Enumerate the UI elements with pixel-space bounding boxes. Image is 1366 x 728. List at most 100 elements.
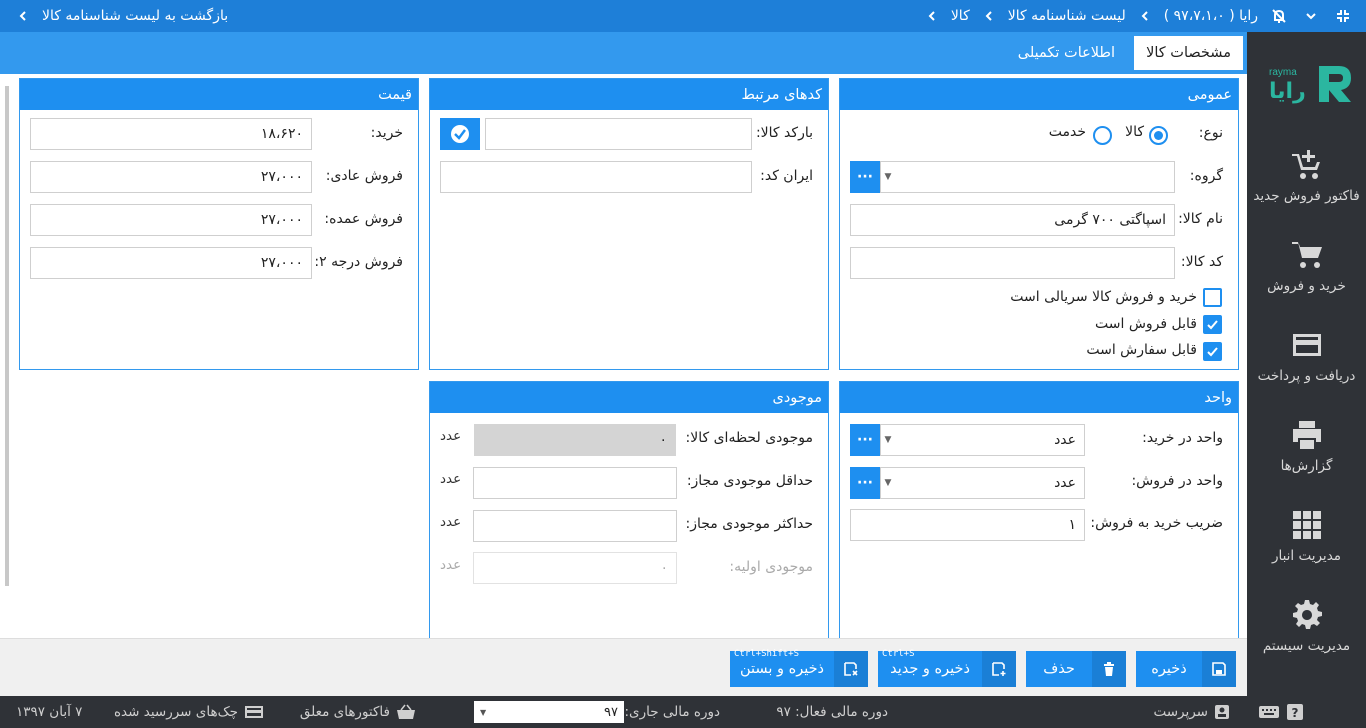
sell-unit-label: واحد در فروش: bbox=[1131, 473, 1223, 489]
collapse-icon[interactable] bbox=[1334, 7, 1352, 25]
current-stock-label: موجودی لحظه‌ای کالا: bbox=[685, 430, 813, 446]
radio-goods[interactable] bbox=[1149, 126, 1168, 145]
nav-warehouse[interactable]: مدیریت انبار bbox=[1247, 508, 1366, 564]
code-input[interactable] bbox=[850, 247, 1175, 279]
back-to-list-link[interactable]: بازگشت به لیست شناسنامه کالا bbox=[14, 0, 228, 32]
action-bar: ذخیره حذف Ctrl+S ذخیره و جدید Ctrl+Shift… bbox=[0, 638, 1247, 696]
group-browse-button[interactable]: ··· bbox=[850, 161, 880, 193]
credit-card-icon bbox=[1292, 334, 1321, 356]
svg-text:rayma: rayma bbox=[1269, 67, 1297, 78]
basket-icon bbox=[397, 704, 415, 719]
ratio-input[interactable]: ۱ bbox=[850, 509, 1085, 541]
active-period: دوره مالی فعال: ۹۷ bbox=[776, 704, 888, 720]
panel-header: واحد bbox=[840, 382, 1238, 413]
scrollbar[interactable] bbox=[4, 80, 10, 635]
chevron-left-icon bbox=[14, 7, 32, 25]
cart-plus-icon bbox=[1291, 150, 1320, 179]
radio-service[interactable] bbox=[1093, 126, 1112, 145]
panel-header: عمومی bbox=[840, 79, 1238, 110]
chevron-down-icon[interactable]: ▼ bbox=[881, 468, 895, 498]
max-stock-input[interactable] bbox=[473, 510, 677, 542]
pending-invoices[interactable]: فاکتورهای معلق bbox=[300, 696, 416, 728]
nav-reports[interactable]: گزارش‌ها bbox=[1247, 418, 1366, 474]
user-badge-icon bbox=[1215, 705, 1229, 719]
status-bar: ? سرپرست دوره مالی فعال: ۹۷ دوره مالی جا… bbox=[0, 696, 1366, 728]
initial-stock-label: موجودی اولیه: bbox=[729, 559, 813, 575]
nav-system[interactable]: مدیریت سیستم bbox=[1247, 598, 1366, 654]
check-circle-icon bbox=[451, 125, 469, 143]
delete-button[interactable]: حذف bbox=[1026, 651, 1126, 687]
current-date: ۷ آبان ۱۳۹۷ bbox=[16, 704, 83, 720]
name-input[interactable]: اسپاگتی ۷۰۰ گرمی bbox=[850, 204, 1175, 236]
current-period-label: دوره مالی جاری: bbox=[624, 704, 720, 720]
irancode-input[interactable] bbox=[440, 161, 752, 193]
sidebar: rayma رایا فاکتور فروش جدید خرید و فروش … bbox=[1247, 32, 1366, 696]
serial-label: خرید و فروش کالا سریالی است bbox=[1010, 289, 1197, 305]
normal-price-input[interactable]: ۲۷،۰۰۰ bbox=[30, 161, 312, 193]
nav-label: فاکتور فروش جدید bbox=[1253, 188, 1360, 204]
user-status: سرپرست bbox=[1153, 696, 1230, 728]
tab-extra-info[interactable]: اطلاعات تکمیلی bbox=[1006, 36, 1127, 70]
min-stock-input[interactable] bbox=[473, 467, 677, 499]
group-select[interactable] bbox=[880, 161, 1175, 193]
current-stock-value: ۰ bbox=[474, 424, 676, 456]
unit-text: عدد bbox=[440, 557, 462, 573]
tab-product-specs[interactable]: مشخصات کالا bbox=[1134, 36, 1243, 70]
nav-label: مدیریت انبار bbox=[1271, 548, 1342, 564]
sellable-checkbox[interactable] bbox=[1203, 315, 1222, 334]
current-period-value: ۹۷ bbox=[604, 704, 618, 720]
chevron-down-icon[interactable]: ▼ bbox=[881, 162, 895, 192]
nav-buy-sell[interactable]: خرید و فروش bbox=[1247, 238, 1366, 294]
save-and-new-button[interactable]: Ctrl+S ذخیره و جدید bbox=[878, 649, 1016, 687]
breadcrumb-item[interactable]: کالا bbox=[951, 8, 970, 24]
wholesale-price-input[interactable]: ۲۷،۰۰۰ bbox=[30, 204, 312, 236]
buy-price-label: خرید: bbox=[370, 125, 403, 141]
bell-off-icon[interactable] bbox=[1270, 7, 1288, 25]
chevron-down-icon[interactable]: ▼ bbox=[881, 425, 895, 455]
breadcrumb-app[interactable]: رایا ( ۹۷،۷،۱،۰ ) bbox=[1164, 8, 1258, 24]
buy-unit-browse-button[interactable]: ··· bbox=[850, 424, 880, 456]
pending-invoices-label: فاکتورهای معلق bbox=[299, 704, 390, 720]
nav-new-sales-invoice[interactable]: فاکتور فروش جدید bbox=[1247, 148, 1366, 204]
nav-label: خرید و فروش bbox=[1267, 278, 1346, 294]
panel-header: قیمت bbox=[20, 79, 418, 110]
save-close-icon bbox=[834, 651, 868, 687]
save-button[interactable]: ذخیره bbox=[1136, 651, 1236, 687]
user-name: سرپرست bbox=[1153, 704, 1208, 720]
unit-text: عدد bbox=[440, 428, 462, 444]
max-stock-label: حداکثر موجودی مجاز: bbox=[685, 516, 814, 532]
save-close-button-label: ذخیره و بستن bbox=[740, 661, 824, 677]
orderable-checkbox[interactable] bbox=[1203, 342, 1222, 361]
sell-unit-select[interactable]: عدد bbox=[880, 467, 1085, 499]
group-label: گروه: bbox=[1189, 168, 1223, 184]
save-and-close-button[interactable]: Ctrl+Shift+S ذخیره و بستن bbox=[730, 649, 868, 687]
breadcrumb-list[interactable]: لیست شناسنامه کالا bbox=[1008, 8, 1126, 24]
chevron-left-icon bbox=[980, 7, 998, 25]
sell-unit-browse-button[interactable]: ··· bbox=[850, 467, 880, 499]
title-bar: بازگشت به لیست شناسنامه کالا کالا لیست ش… bbox=[0, 0, 1366, 32]
radio-service-label: خدمت bbox=[1048, 124, 1086, 140]
wholesale-price-label: فروش عمده: bbox=[324, 211, 403, 227]
chevron-down-icon[interactable] bbox=[1302, 7, 1320, 25]
grid-icon bbox=[1292, 511, 1321, 539]
tab-strip: مشخصات کالا اطلاعات تکمیلی bbox=[0, 32, 1247, 72]
buy-price-input[interactable]: ۱۸،۶۲۰ bbox=[30, 118, 312, 150]
breadcrumb: کالا لیست شناسنامه کالا رایا ( ۹۷،۷،۱،۰ … bbox=[923, 0, 1258, 32]
buy-unit-select[interactable]: عدد bbox=[880, 424, 1085, 456]
scrollbar-thumb[interactable] bbox=[5, 86, 9, 586]
keyboard-icon[interactable] bbox=[1258, 696, 1280, 728]
current-period-select[interactable]: ۹۷ ▼ bbox=[474, 701, 624, 723]
check-icon bbox=[1207, 347, 1218, 357]
grade2-price-input[interactable]: ۲۷،۰۰۰ bbox=[30, 247, 312, 279]
serial-checkbox[interactable] bbox=[1203, 288, 1222, 307]
orderable-label: قابل سفارش است bbox=[1086, 342, 1197, 358]
help-icon[interactable]: ? bbox=[1286, 696, 1304, 728]
shortcut-hint: Ctrl+Shift+S bbox=[734, 649, 800, 659]
initial-stock-input: ۰ bbox=[473, 552, 677, 584]
barcode-confirm-button[interactable] bbox=[440, 118, 480, 150]
barcode-input[interactable] bbox=[485, 118, 752, 150]
ratio-label: ضریب خرید به فروش: bbox=[1090, 515, 1223, 531]
radio-goods-label: کالا bbox=[1125, 124, 1144, 140]
due-cheques[interactable]: چک‌های سررسید شده bbox=[114, 696, 264, 728]
nav-receive-pay[interactable]: دریافت و پرداخت bbox=[1247, 328, 1366, 384]
